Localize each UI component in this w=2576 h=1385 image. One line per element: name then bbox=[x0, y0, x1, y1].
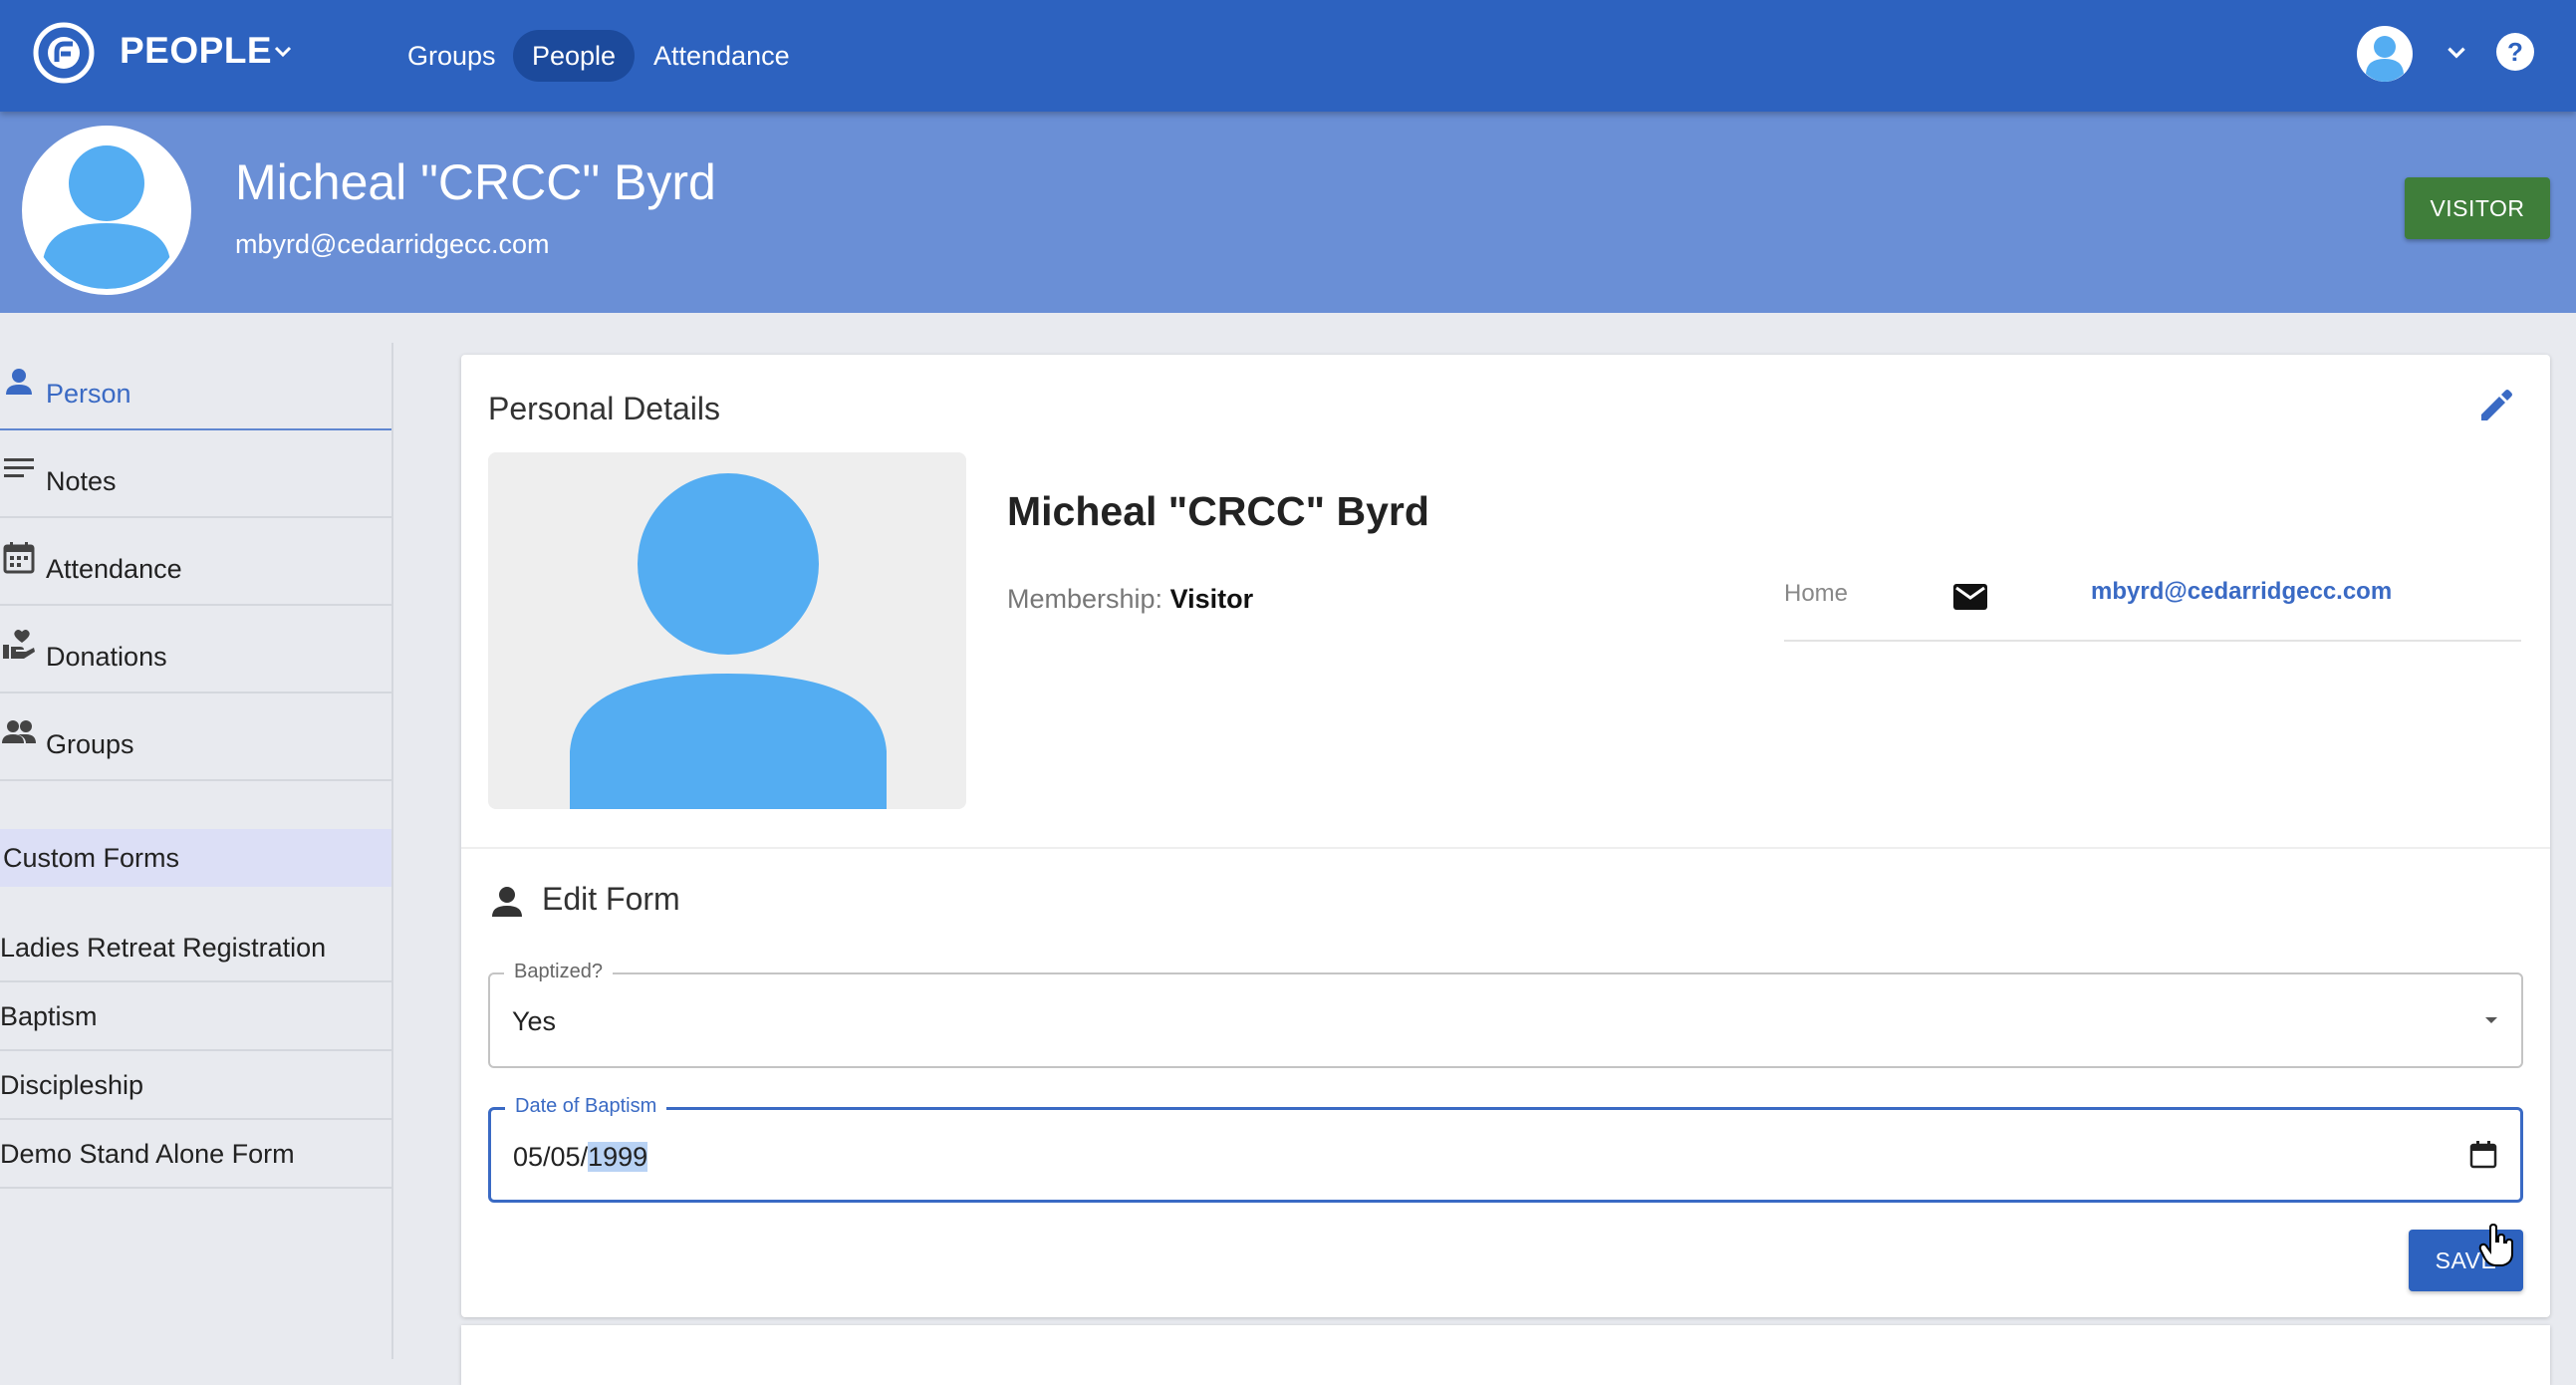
sidebar-item-notes[interactable]: Notes bbox=[0, 430, 391, 518]
sidebar-item-label: Donations bbox=[46, 642, 167, 672]
sidebar-item-groups[interactable]: Groups bbox=[0, 693, 391, 781]
person-avatar-icon bbox=[43, 145, 170, 289]
edit-pencil-icon[interactable] bbox=[2475, 387, 2515, 426]
nav-groups[interactable]: Groups bbox=[388, 30, 515, 82]
app-title[interactable]: PEOPLE bbox=[120, 30, 272, 72]
sidebar-item-label: Groups bbox=[46, 729, 134, 759]
user-avatar-icon[interactable] bbox=[2357, 26, 2413, 82]
baptized-value: Yes bbox=[512, 1006, 557, 1036]
date-of-baptism-field[interactable]: Date of Baptism 05/05/1999 bbox=[488, 1095, 2523, 1203]
form-item-discipleship[interactable]: Discipleship bbox=[0, 1051, 391, 1120]
nav-people[interactable]: People bbox=[513, 30, 636, 82]
dropdown-arrow-icon bbox=[2485, 1017, 2497, 1023]
top-app-bar: PEOPLE Groups People Attendance ? bbox=[0, 0, 2576, 112]
form-item-baptism[interactable]: Baptism bbox=[0, 982, 391, 1051]
next-card bbox=[461, 1325, 2550, 1385]
person-name: Micheal "CRCC" Byrd bbox=[1007, 488, 1429, 534]
date-of-baptism-value: 05/05/1999 bbox=[513, 1142, 648, 1172]
baptized-label: Baptized? bbox=[504, 961, 613, 983]
donation-icon bbox=[3, 630, 35, 659]
svg-text:?: ? bbox=[2507, 37, 2523, 67]
calendar-icon bbox=[3, 542, 35, 574]
edit-form-title: Edit Form bbox=[542, 881, 680, 917]
profile-photo bbox=[22, 126, 191, 295]
chevron-down-icon[interactable] bbox=[271, 40, 295, 64]
person-photo bbox=[488, 452, 966, 809]
membership-label: Membership: bbox=[1007, 584, 1163, 614]
sidebar-item-label: Person bbox=[46, 379, 131, 409]
help-icon[interactable]: ? bbox=[2495, 32, 2535, 72]
calendar-icon[interactable] bbox=[2468, 1140, 2498, 1170]
baptized-select[interactable]: Baptized? Yes bbox=[488, 961, 2523, 1068]
profile-header: Micheal "CRCC" Byrd mbyrd@cedarridgecc.c… bbox=[0, 112, 2576, 313]
person-icon bbox=[492, 887, 522, 917]
date-of-baptism-label: Date of Baptism bbox=[505, 1095, 667, 1118]
nav-attendance[interactable]: Attendance bbox=[635, 30, 809, 82]
visitor-status-button[interactable]: VISITOR bbox=[2405, 177, 2550, 239]
form-item-demo-stand-alone[interactable]: Demo Stand Alone Form bbox=[0, 1120, 391, 1189]
notes-icon bbox=[4, 458, 34, 477]
contact-type: Home bbox=[1784, 580, 1849, 607]
groups-icon bbox=[2, 720, 36, 743]
personal-details-title: Personal Details bbox=[488, 391, 720, 426]
membership-value: Visitor bbox=[1169, 584, 1254, 614]
profile-email: mbyrd@cedarridgecc.com bbox=[235, 229, 550, 259]
sidebar-item-label: Notes bbox=[46, 466, 117, 496]
profile-name: Micheal "CRCC" Byrd bbox=[235, 154, 716, 210]
contact-email-link[interactable]: mbyrd@cedarridgecc.com bbox=[2091, 578, 2392, 606]
sidebar: Person Notes Attendance Donations Groups… bbox=[0, 343, 393, 1359]
sidebar-item-donations[interactable]: Donations bbox=[0, 606, 391, 693]
hand-cursor-icon bbox=[2478, 1224, 2513, 1266]
sidebar-item-person[interactable]: Person bbox=[0, 343, 391, 430]
contact-row: Home mbyrd@cedarridgecc.com bbox=[1784, 564, 2521, 642]
mail-icon bbox=[1953, 584, 1987, 610]
form-item-ladies-retreat[interactable]: Ladies Retreat Registration bbox=[0, 914, 391, 982]
sidebar-item-label: Attendance bbox=[46, 554, 182, 584]
custom-forms-header: Custom Forms bbox=[0, 829, 391, 887]
section-divider bbox=[461, 847, 2550, 849]
sidebar-item-attendance[interactable]: Attendance bbox=[0, 518, 391, 606]
person-avatar-icon bbox=[570, 473, 887, 809]
membership-info: Membership: Visitor bbox=[1007, 584, 1253, 615]
app-logo-icon[interactable] bbox=[33, 22, 95, 84]
chevron-down-icon[interactable] bbox=[2444, 40, 2469, 66]
personal-details-card: Personal Details Micheal "CRCC" Byrd Mem… bbox=[461, 355, 2550, 1317]
person-icon bbox=[6, 369, 32, 395]
